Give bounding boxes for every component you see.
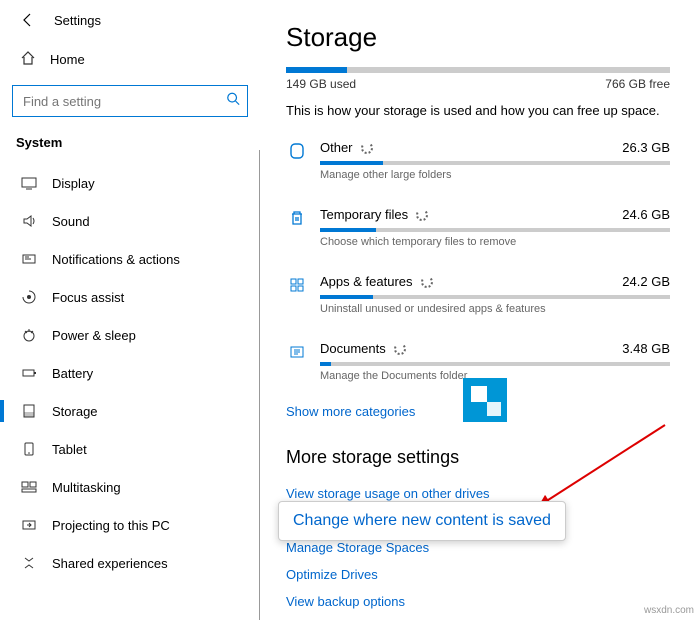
nav-icon	[20, 516, 38, 534]
category-name: Temporary files	[320, 207, 408, 222]
category-size: 3.48 GB	[622, 341, 670, 356]
more-settings-header: More storage settings	[286, 447, 670, 468]
category-bar	[320, 362, 670, 366]
loading-spinner-icon	[421, 276, 433, 288]
nav-icon	[20, 364, 38, 382]
nav-icon	[20, 478, 38, 496]
category-icon	[286, 276, 308, 294]
page-title: Storage	[286, 22, 670, 53]
window-header: Settings	[0, 0, 260, 40]
category-icon	[286, 343, 308, 361]
sidebar-item-power-sleep[interactable]: Power & sleep	[0, 316, 260, 354]
category-icon	[286, 142, 308, 160]
category-bar	[320, 295, 670, 299]
search-container	[12, 85, 248, 117]
storage-link[interactable]: View backup options	[286, 588, 670, 615]
sidebar-item-tablet[interactable]: Tablet	[0, 430, 260, 468]
sidebar-item-projecting-to-this-pc[interactable]: Projecting to this PC	[0, 506, 260, 544]
search-input[interactable]	[12, 85, 248, 117]
loading-spinner-icon	[361, 142, 373, 154]
watermark: wsxdn.com	[644, 605, 694, 616]
nav-icon	[20, 402, 38, 420]
search-icon[interactable]	[226, 92, 240, 111]
category-size: 24.2 GB	[622, 274, 670, 289]
nav-label: Tablet	[52, 442, 87, 457]
category-bar	[320, 228, 670, 232]
used-label: 149 GB used	[286, 77, 356, 91]
sidebar-item-display[interactable]: Display	[0, 164, 260, 202]
nav-icon	[20, 288, 38, 306]
nav-label: Projecting to this PC	[52, 518, 170, 533]
nav-label: Shared experiences	[52, 556, 168, 571]
nav-icon	[20, 554, 38, 572]
nav-label: Sound	[52, 214, 90, 229]
section-label: System	[0, 131, 260, 164]
storage-category[interactable]: Apps & features 24.2 GB Uninstall unused o…	[286, 266, 670, 327]
free-label: 766 GB free	[605, 77, 670, 91]
storage-category[interactable]: Other 26.3 GB Manage other large folders	[286, 132, 670, 193]
sidebar-item-home[interactable]: Home	[0, 40, 260, 79]
sidebar-item-storage[interactable]: Storage	[0, 392, 260, 430]
storage-usage-fill	[286, 67, 347, 73]
category-bar	[320, 161, 670, 165]
category-name: Apps & features	[320, 274, 413, 289]
category-icon	[286, 209, 308, 227]
category-size: 26.3 GB	[622, 140, 670, 155]
sidebar-divider	[259, 150, 260, 620]
nav-label: Battery	[52, 366, 93, 381]
storage-link[interactable]: Optimize Drives	[286, 561, 670, 588]
nav-label: Focus assist	[52, 290, 124, 305]
storage-category[interactable]: Temporary files 24.6 GB Choose which tempo…	[286, 199, 670, 260]
nav-label: Display	[52, 176, 95, 191]
category-name: Other	[320, 140, 353, 155]
category-name: Documents	[320, 341, 386, 356]
home-icon	[20, 50, 36, 69]
category-desc: Manage other large folders	[320, 169, 670, 181]
intro-text: This is how your storage is used and how…	[286, 103, 670, 118]
header-title: Settings	[54, 13, 101, 28]
nav-icon	[20, 250, 38, 268]
nav-icon	[20, 326, 38, 344]
sidebar-item-battery[interactable]: Battery	[0, 354, 260, 392]
back-button[interactable]	[20, 12, 36, 28]
storage-usage-bar	[286, 67, 670, 73]
category-desc: Uninstall unused or undesired apps & fea…	[320, 303, 670, 315]
sidebar-item-notifications-actions[interactable]: Notifications & actions	[0, 240, 260, 278]
sidebar-item-multitasking[interactable]: Multitasking	[0, 468, 260, 506]
logo-overlay	[463, 378, 507, 422]
storage-usage-labels: 149 GB used 766 GB free	[286, 77, 670, 91]
sidebar: Settings Home System Display Sound Notific…	[0, 0, 260, 620]
home-label: Home	[50, 52, 85, 67]
sidebar-item-sound[interactable]: Sound	[0, 202, 260, 240]
category-size: 24.6 GB	[622, 207, 670, 222]
nav-label: Notifications & actions	[52, 252, 180, 267]
category-desc: Choose which temporary files to remove	[320, 236, 670, 248]
nav-icon	[20, 174, 38, 192]
show-more-categories-link[interactable]: Show more categories	[286, 404, 415, 419]
callout-tooltip: Change where new content is saved	[278, 501, 566, 541]
sidebar-item-focus-assist[interactable]: Focus assist	[0, 278, 260, 316]
loading-spinner-icon	[416, 209, 428, 221]
sidebar-item-shared-experiences[interactable]: Shared experiences	[0, 544, 260, 582]
nav-label: Multitasking	[52, 480, 121, 495]
loading-spinner-icon	[394, 343, 406, 355]
nav-label: Storage	[52, 404, 98, 419]
nav-icon	[20, 440, 38, 458]
nav-label: Power & sleep	[52, 328, 136, 343]
nav-icon	[20, 212, 38, 230]
